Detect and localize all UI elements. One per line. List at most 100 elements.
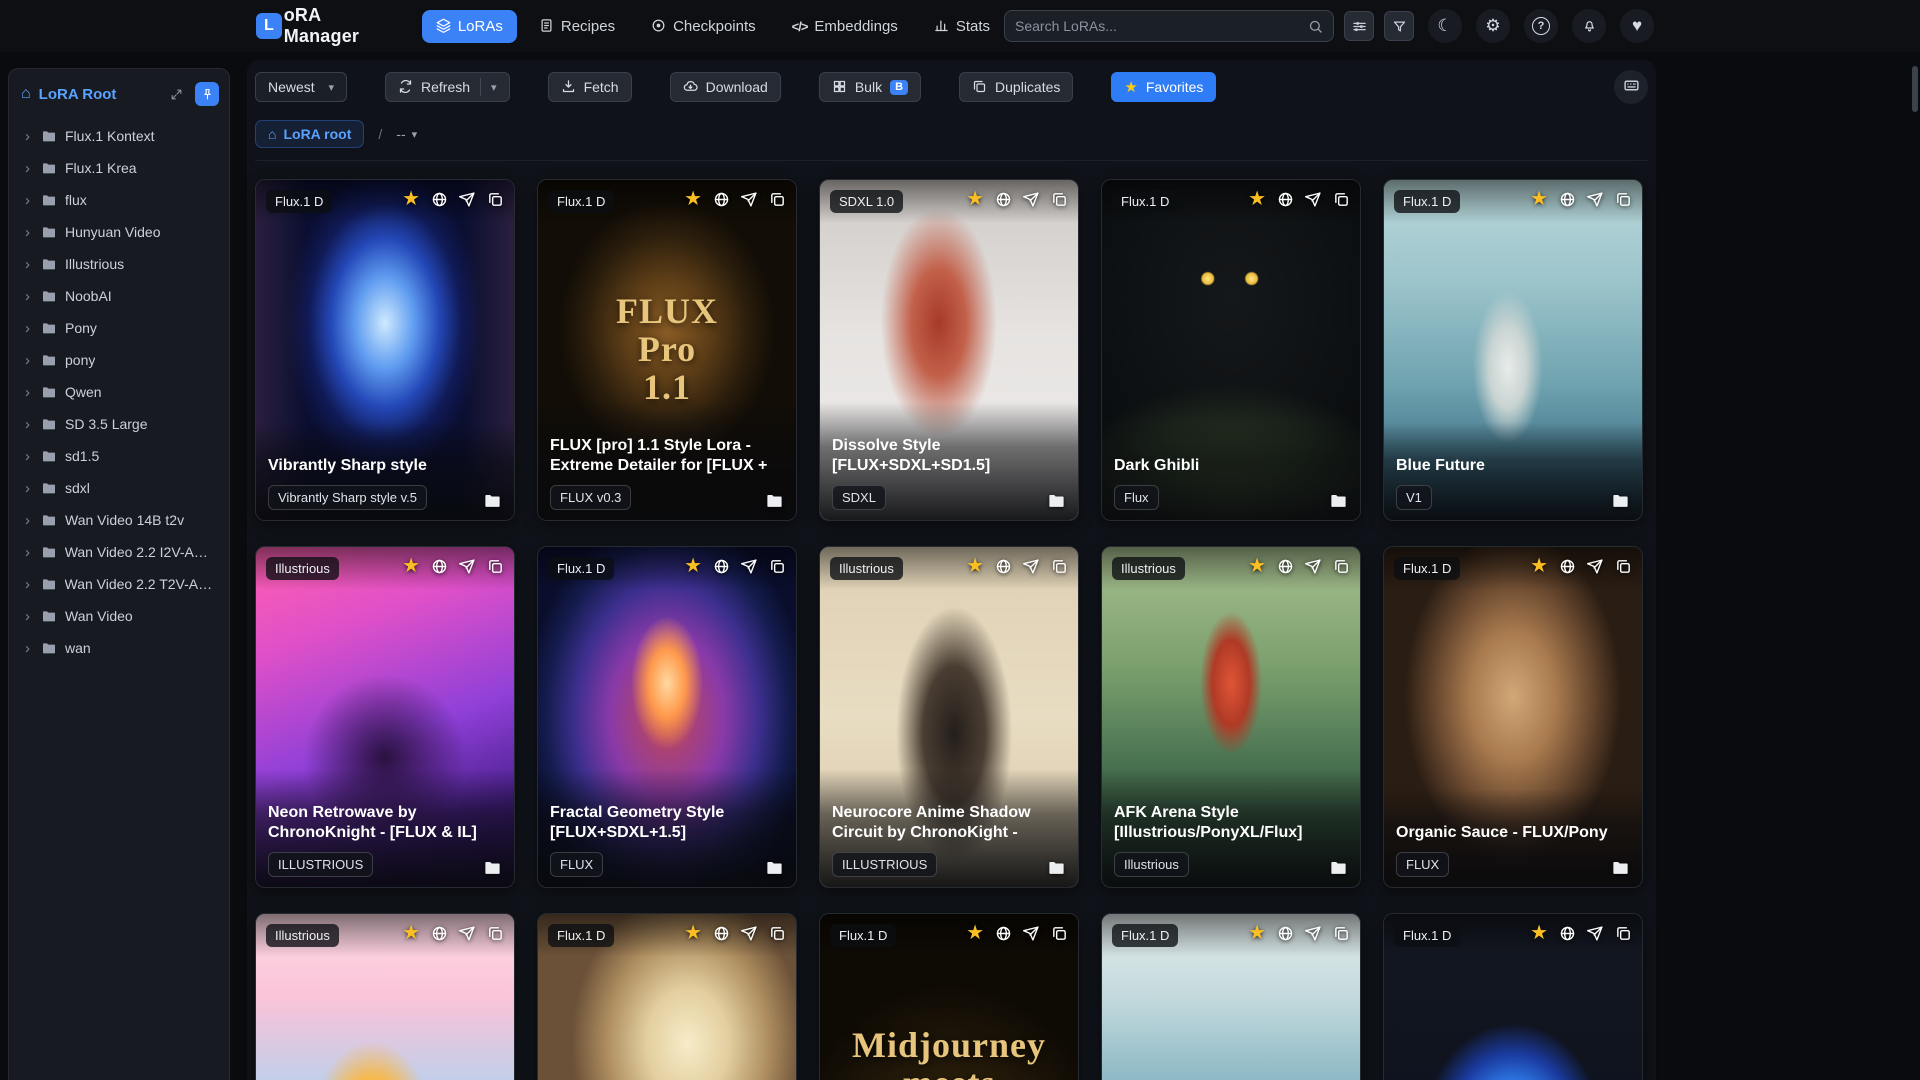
copy-icon[interactable]	[769, 191, 786, 208]
sidebar-folder-item[interactable]: › Wan Video 14B t2v	[17, 505, 221, 535]
send-icon[interactable]	[741, 191, 758, 208]
globe-icon[interactable]	[1559, 558, 1576, 575]
sidebar-folder-item[interactable]: › Flux.1 Krea	[17, 153, 221, 183]
version-pill[interactable]: ILLUSTRIOUS	[832, 852, 938, 877]
copy-icon[interactable]	[1615, 191, 1632, 208]
chevron-right-icon[interactable]: ›	[25, 321, 33, 336]
chevron-right-icon[interactable]: ›	[25, 545, 33, 560]
folder-icon[interactable]	[1047, 491, 1066, 510]
favorite-star-icon[interactable]: ★	[1530, 556, 1548, 576]
folder-icon[interactable]	[1611, 858, 1630, 877]
sidebar-folder-item[interactable]: › Wan Video 2.2 T2V-A14B	[17, 569, 221, 599]
favorite-star-icon[interactable]: ★	[402, 923, 420, 943]
folder-icon[interactable]	[483, 858, 502, 877]
version-pill[interactable]: V1	[1396, 485, 1432, 510]
breadcrumb-current-dropdown[interactable]: -- ▾	[396, 126, 417, 142]
lora-card[interactable]: Flux.1 D ★ Fractal Geometry Style [FLUX+…	[537, 546, 797, 888]
copy-icon[interactable]	[1051, 925, 1068, 942]
folder-icon[interactable]	[1611, 491, 1630, 510]
sidebar-folder-item[interactable]: › Wan Video	[17, 601, 221, 631]
send-icon[interactable]	[741, 925, 758, 942]
globe-icon[interactable]	[713, 558, 730, 575]
folder-icon[interactable]	[765, 491, 784, 510]
favorite-star-icon[interactable]: ★	[1248, 189, 1266, 209]
chevron-right-icon[interactable]: ›	[25, 129, 33, 144]
favorite-star-icon[interactable]: ★	[1530, 923, 1548, 943]
version-pill[interactable]: FLUX	[550, 852, 604, 877]
send-icon[interactable]	[741, 558, 758, 575]
nav-tab-loras[interactable]: LoRAs	[421, 9, 517, 43]
app-logo[interactable]: L oRA Manager	[256, 5, 400, 47]
copy-icon[interactable]	[1333, 925, 1350, 942]
sidebar-folder-item[interactable]: › Flux.1 Kontext	[17, 121, 221, 151]
breadcrumb-root[interactable]: ⌂ LoRA root	[255, 120, 365, 148]
send-icon[interactable]	[1023, 558, 1040, 575]
globe-icon[interactable]	[995, 191, 1012, 208]
lora-card[interactable]: FLUX Pro 1.1 Flux.1 D ★ FLUX [pro] 1.1 S…	[537, 179, 797, 521]
globe-icon[interactable]	[1277, 925, 1294, 942]
globe-icon[interactable]	[995, 925, 1012, 942]
favorite-star-icon[interactable]: ★	[1248, 923, 1266, 943]
copy-icon[interactable]	[487, 925, 504, 942]
send-icon[interactable]	[1023, 191, 1040, 208]
folder-icon[interactable]	[1329, 858, 1348, 877]
version-pill[interactable]: Vibrantly Sharp style v.5	[268, 485, 427, 510]
copy-icon[interactable]	[487, 558, 504, 575]
send-icon[interactable]	[1023, 925, 1040, 942]
page-scrollbar-thumb[interactable]	[1912, 66, 1918, 112]
lora-card[interactable]: Flux.1 D ★ Blue Future V1	[1383, 179, 1643, 521]
folder-icon[interactable]	[1329, 491, 1348, 510]
copy-icon[interactable]	[769, 558, 786, 575]
globe-icon[interactable]	[1277, 191, 1294, 208]
filter-sliders-button[interactable]	[1344, 11, 1374, 41]
chevron-right-icon[interactable]: ›	[25, 193, 33, 208]
version-pill[interactable]: FLUX	[1396, 852, 1450, 877]
version-pill[interactable]: ILLUSTRIOUS	[268, 852, 374, 877]
chevron-right-icon[interactable]: ›	[25, 385, 33, 400]
favorites-filter-button[interactable]: ★ Favorites	[1111, 72, 1217, 102]
lora-card[interactable]: Illustrious ★ Neurocore Anime Shadow Cir…	[819, 546, 1079, 888]
favorite-star-icon[interactable]: ★	[684, 923, 702, 943]
sidebar-folder-item[interactable]: › Wan Video 2.2 I2V-A14B	[17, 537, 221, 567]
sidebar-folder-item[interactable]: › sd1.5	[17, 441, 221, 471]
favorites-heart-button[interactable]: ♥	[1620, 9, 1654, 43]
globe-icon[interactable]	[995, 558, 1012, 575]
version-pill[interactable]: SDXL	[832, 485, 886, 510]
sidebar-folder-item[interactable]: › NoobAI	[17, 281, 221, 311]
favorite-star-icon[interactable]: ★	[402, 189, 420, 209]
folder-icon[interactable]	[483, 491, 502, 510]
globe-icon[interactable]	[713, 925, 730, 942]
favorite-star-icon[interactable]: ★	[966, 189, 984, 209]
pin-sidebar-button[interactable]	[195, 82, 219, 106]
send-icon[interactable]	[1587, 558, 1604, 575]
folder-icon[interactable]	[765, 858, 784, 877]
copy-icon[interactable]	[1051, 191, 1068, 208]
notifications-button[interactable]	[1572, 9, 1606, 43]
help-button[interactable]: ?	[1524, 9, 1558, 43]
copy-icon[interactable]	[1333, 191, 1350, 208]
favorite-star-icon[interactable]: ★	[966, 556, 984, 576]
sort-select[interactable]: Newest ▾	[255, 72, 347, 102]
globe-icon[interactable]	[1559, 925, 1576, 942]
chevron-right-icon[interactable]: ›	[25, 449, 33, 464]
chevron-right-icon[interactable]: ›	[25, 353, 33, 368]
chevron-right-icon[interactable]: ›	[25, 161, 33, 176]
chevron-right-icon[interactable]: ›	[25, 417, 33, 432]
send-icon[interactable]	[1305, 925, 1322, 942]
globe-icon[interactable]	[431, 191, 448, 208]
lora-card[interactable]: Flux.1 D ★	[1383, 913, 1643, 1080]
chevron-down-icon[interactable]: ▾	[491, 81, 497, 94]
download-button[interactable]: Download	[669, 72, 781, 102]
chevron-right-icon[interactable]: ›	[25, 577, 33, 592]
sidebar-folder-item[interactable]: › sdxl	[17, 473, 221, 503]
favorite-star-icon[interactable]: ★	[966, 923, 984, 943]
nav-tab-checkpoints[interactable]: Checkpoints	[637, 10, 770, 43]
sidebar-folder-item[interactable]: › SD 3.5 Large	[17, 409, 221, 439]
globe-icon[interactable]	[713, 191, 730, 208]
lora-card[interactable]: Flux.1 D ★	[1101, 913, 1361, 1080]
version-pill[interactable]: FLUX v0.3	[550, 485, 632, 510]
favorite-star-icon[interactable]: ★	[684, 189, 702, 209]
dark-mode-toggle-button[interactable]: ☾	[1428, 9, 1462, 43]
copy-icon[interactable]	[1333, 558, 1350, 575]
lora-card[interactable]: Flux.1 D ★ Dark Ghibli Flux	[1101, 179, 1361, 521]
